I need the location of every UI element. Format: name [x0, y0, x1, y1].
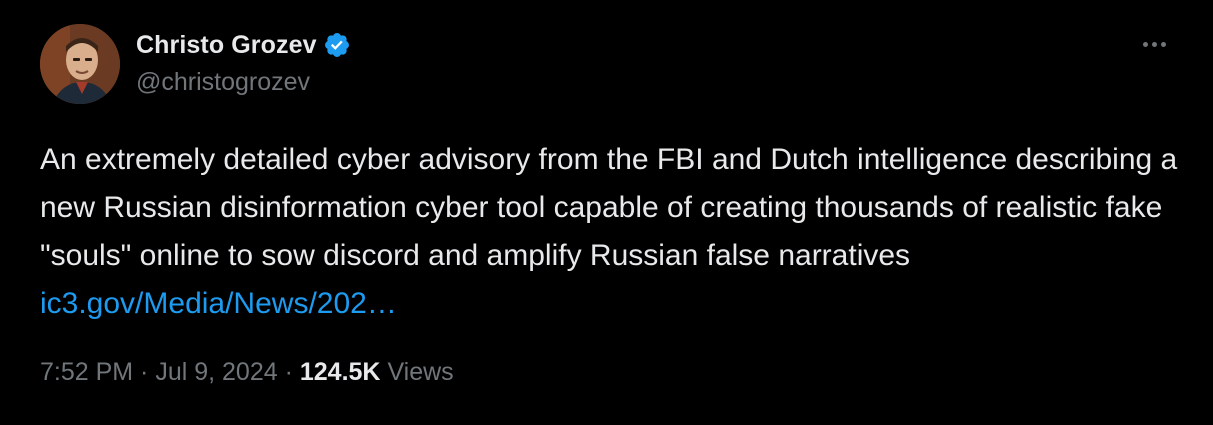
more-dot	[1160, 41, 1166, 47]
tweet-card: Christo Grozev @christogrozev An extreme…	[0, 0, 1213, 425]
views-count[interactable]: 124.5K	[300, 358, 381, 387]
author-display-name[interactable]: Christo Grozev	[136, 31, 317, 60]
more-dot	[1142, 41, 1148, 47]
tweet-date[interactable]: Jul 9, 2024	[155, 358, 277, 387]
meta-separator: ·	[277, 358, 300, 386]
meta-separator: ·	[133, 358, 156, 386]
more-dot	[1151, 41, 1157, 47]
views-label: Views	[380, 358, 454, 386]
tweet-link[interactable]: ic3.gov/Media/News/202…	[40, 287, 397, 320]
author-handle[interactable]: @christogrozev	[136, 68, 310, 97]
tweet-time[interactable]: 7:52 PM	[40, 358, 133, 387]
more-options-icon[interactable]	[1136, 30, 1172, 58]
tweet-meta: 7:52 PM · Jul 9, 2024 · 124.5K Views	[40, 358, 454, 387]
avatar[interactable]	[40, 24, 120, 104]
tweet-text: An extremely detailed cyber advisory fro…	[40, 136, 1180, 328]
tweet-body: An extremely detailed cyber advisory fro…	[40, 143, 1178, 272]
author-name-row: Christo Grozev	[136, 27, 351, 63]
verified-badge-icon[interactable]	[323, 31, 351, 59]
